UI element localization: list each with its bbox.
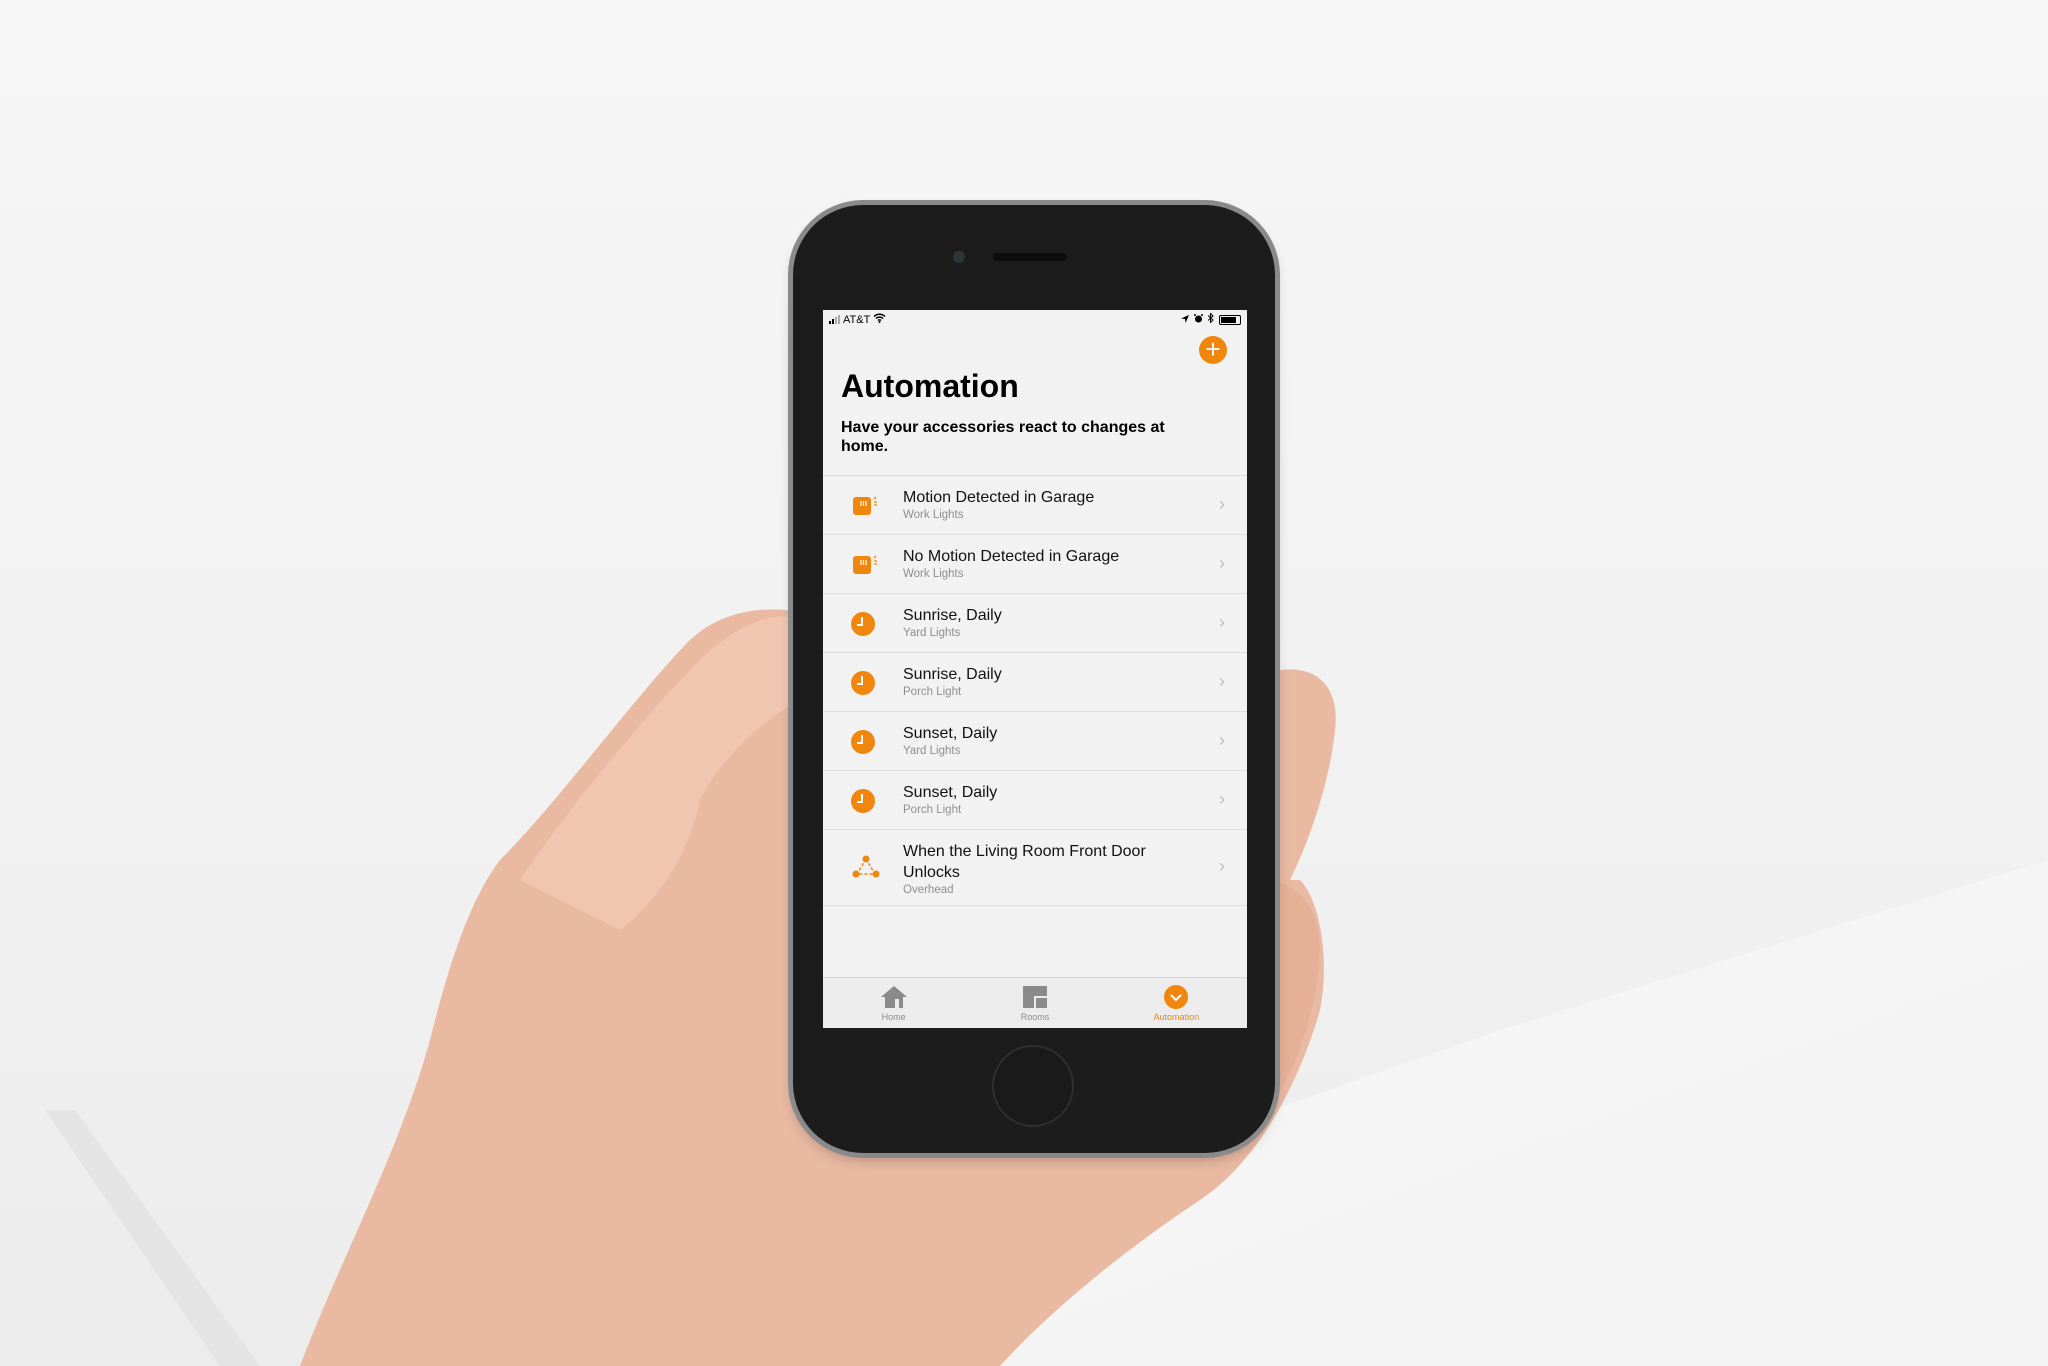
automation-accessory: Yard Lights: [903, 745, 961, 757]
bluetooth-icon: [1207, 312, 1214, 326]
automation-row[interactable]: No Motion Detected in Garage Work Lights …: [823, 535, 1247, 594]
automation-name: No Motion Detected in Garage: [903, 548, 1120, 565]
tab-bar: Home Rooms Automation: [823, 977, 1247, 1028]
chevron-right-icon: ›: [1219, 553, 1225, 573]
chevron-right-icon: ›: [1219, 671, 1225, 691]
page-subtitle: Have your accessories react to changes a…: [841, 419, 1165, 455]
automation-accessory: Work Lights: [903, 568, 964, 580]
automation-name: Sunset, Daily: [903, 725, 998, 742]
home-button[interactable]: [994, 1047, 1072, 1125]
motion-sensor-icon: [851, 493, 877, 519]
status-bar: AT&T: [823, 310, 1247, 328]
wifi-icon: [873, 313, 886, 326]
automation-row[interactable]: Motion Detected in Garage Work Lights ›: [823, 476, 1247, 535]
front-camera: [953, 251, 965, 263]
house-icon: [823, 984, 964, 1010]
chevron-right-icon: ›: [1219, 612, 1225, 632]
clock-icon: [851, 611, 877, 637]
automation-name: Sunset, Daily: [903, 784, 998, 801]
tab-home[interactable]: Home: [823, 978, 964, 1028]
phone-screen: AT&T + Automation Have your accessories …: [823, 310, 1247, 1028]
chevron-right-icon: ›: [1219, 789, 1225, 809]
automation-accessory: Yard Lights: [903, 627, 961, 639]
automation-row[interactable]: Sunset, Daily Porch Light ›: [823, 771, 1247, 830]
page-title: Automation: [841, 368, 1019, 404]
alarm-icon: [1194, 313, 1203, 326]
battery-icon: [1219, 314, 1241, 325]
network-icon: [851, 854, 880, 880]
automation-name: When the Living Room Front Door Unlocks: [903, 843, 1146, 881]
tab-label: Home: [881, 1012, 906, 1022]
automation-accessory: Porch Light: [903, 804, 962, 816]
add-automation-button[interactable]: +: [1199, 336, 1227, 364]
automation-row[interactable]: When the Living Room Front Door Unlocks O…: [823, 830, 1247, 906]
automation-name: Sunrise, Daily: [903, 666, 1002, 683]
signal-icon: [829, 315, 840, 324]
chevron-right-icon: ›: [1219, 856, 1225, 876]
automation-accessory: Porch Light: [903, 686, 962, 698]
chevron-right-icon: ›: [1219, 494, 1225, 514]
rooms-icon: [964, 984, 1105, 1010]
location-icon: [1181, 314, 1189, 326]
motion-sensor-icon: [851, 552, 877, 578]
automation-accessory: Overhead: [903, 884, 954, 896]
automation-list: Motion Detected in Garage Work Lights › N…: [823, 475, 1247, 906]
automation-name: Sunrise, Daily: [903, 607, 1002, 624]
chevron-right-icon: ›: [1219, 730, 1225, 750]
tab-label: Automation: [1153, 1012, 1200, 1022]
automation-row[interactable]: Sunrise, Daily Porch Light ›: [823, 653, 1247, 712]
clock-icon: [851, 788, 877, 814]
clock-icon: [851, 729, 877, 755]
automation-row[interactable]: Sunset, Daily Yard Lights ›: [823, 712, 1247, 771]
tab-label: Rooms: [1020, 1012, 1050, 1022]
carrier-label: AT&T: [843, 313, 871, 326]
automation-accessory: Work Lights: [903, 509, 964, 521]
earpiece-speaker: [993, 253, 1067, 261]
automation-icon: [1106, 984, 1247, 1010]
automation-name: Motion Detected in Garage: [903, 489, 1095, 506]
clock-icon: [851, 670, 877, 696]
automation-row[interactable]: Sunrise, Daily Yard Lights ›: [823, 594, 1247, 653]
tab-automation[interactable]: Automation: [1106, 978, 1247, 1028]
tab-rooms[interactable]: Rooms: [964, 978, 1105, 1028]
